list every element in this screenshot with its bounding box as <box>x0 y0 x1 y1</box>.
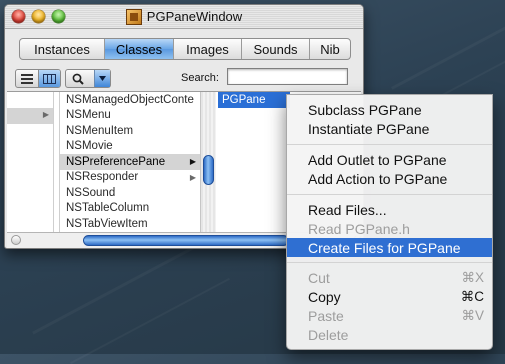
class-row-label: NSPreferencePane <box>66 155 166 168</box>
browser-row-selected-ancestor[interactable]: ▶ <box>7 108 53 124</box>
popup-arrow-icon <box>94 70 110 87</box>
menu-item-add-action[interactable]: Add Action to PGPane <box>287 169 492 188</box>
tab-classes[interactable]: Classes <box>105 39 174 59</box>
menu-item-paste: Paste ⌘V <box>287 306 492 325</box>
menu-item-create-files[interactable]: Create Files for PGPane <box>287 238 492 257</box>
menu-item-label: Instantiate PGPane <box>308 120 430 137</box>
menu-item-label: Delete <box>308 326 349 343</box>
disclosure-arrow-icon: ▶ <box>189 157 196 166</box>
class-row-label: NSTabViewItem <box>66 217 148 230</box>
class-row-label: NSTableColumn <box>66 202 150 215</box>
scroll-thumb[interactable] <box>203 155 214 185</box>
class-row[interactable]: NSTableColumn <box>60 201 200 217</box>
menu-separator <box>287 144 492 145</box>
class-row-label: NSMovie <box>66 140 113 153</box>
menu-item-add-outlet[interactable]: Add Outlet to PGPane <box>287 150 492 169</box>
list-view-icon[interactable] <box>16 70 38 87</box>
column-view-icon[interactable] <box>37 70 60 87</box>
menu-item-label: Read Files... <box>308 201 387 218</box>
search-scope-popup[interactable] <box>65 69 111 88</box>
class-row-label: NSMenu <box>66 109 111 122</box>
menu-item-label: Add Outlet to PGPane <box>308 151 447 168</box>
class-row[interactable]: NSMenuItem <box>60 123 200 139</box>
class-row[interactable]: NSMovie <box>60 139 200 155</box>
menu-shortcut: ⌘X <box>461 269 484 285</box>
menu-item-copy[interactable]: Copy ⌘C <box>287 287 492 306</box>
menu-item-read-header: Read PGPane.h <box>287 219 492 238</box>
disclosure-arrow-icon: ▶ <box>42 110 49 119</box>
menu-item-label: Create Files for PGPane <box>308 239 461 256</box>
nib-document-icon <box>125 8 142 25</box>
menu-item-label: Read PGPane.h <box>308 220 410 237</box>
menu-item-label: Add Action to PGPane <box>308 170 448 187</box>
browser-column-1: ▶ <box>7 92 54 232</box>
class-row-label: NSSound <box>66 186 116 199</box>
tab-images[interactable]: Images <box>174 39 242 59</box>
menu-item-label: Cut <box>308 269 330 286</box>
column-2-scrollbar[interactable] <box>200 92 216 232</box>
menu-item-read-files[interactable]: Read Files... <box>287 200 492 219</box>
browser-column-2: NSManagedObjectConte NSMenu NSMenuItem N… <box>59 92 201 232</box>
class-row-label: NSMenuItem <box>66 124 134 137</box>
menu-item-delete: Delete <box>287 325 492 344</box>
class-row-label: NSManagedObjectConte <box>66 93 194 106</box>
menu-item-subclass[interactable]: Subclass PGPane <box>287 100 492 119</box>
class-row-selected[interactable]: NSPreferencePane ▶ <box>60 154 200 170</box>
window-title: PGPaneWindow <box>146 9 243 24</box>
menu-separator <box>287 262 492 263</box>
menu-item-label: Paste <box>308 307 344 324</box>
scroll-left-arrow-icon[interactable] <box>11 235 21 245</box>
menu-item-instantiate[interactable]: Instantiate PGPane <box>287 119 492 138</box>
class-row[interactable]: NSMenu <box>60 108 200 124</box>
class-row[interactable]: NSManagedObjectConte <box>60 92 200 108</box>
class-row-selected[interactable]: PGPane <box>218 92 290 108</box>
menu-shortcut: ⌘C <box>460 288 484 304</box>
tab-instances[interactable]: Instances <box>20 39 105 59</box>
class-context-menu: Subclass PGPane Instantiate PGPane Add O… <box>286 94 493 350</box>
view-mode-control <box>15 69 61 88</box>
menu-item-label: Subclass PGPane <box>308 101 422 118</box>
menu-item-label: Copy <box>308 288 341 305</box>
search-input[interactable] <box>227 68 348 85</box>
magnifier-icon <box>72 73 84 85</box>
tab-sounds[interactable]: Sounds <box>242 39 310 59</box>
menu-separator <box>287 194 492 195</box>
search-label: Search: <box>181 72 219 84</box>
class-row[interactable]: NSSound <box>60 185 200 201</box>
title-bar[interactable]: PGPaneWindow <box>5 5 363 29</box>
class-row[interactable]: NSTabViewItem <box>60 216 200 232</box>
menu-shortcut: ⌘V <box>461 307 484 323</box>
class-row[interactable]: NSResponder ▶ <box>60 170 200 186</box>
scroll-thumb[interactable] <box>83 235 289 246</box>
nib-tab-bar: Instances Classes Images Sounds Nib <box>19 38 351 60</box>
menu-item-cut: Cut ⌘X <box>287 268 492 287</box>
disclosure-arrow-icon: ▶ <box>189 172 196 182</box>
tab-nib[interactable]: Nib <box>310 39 350 59</box>
class-row-label: NSResponder <box>66 171 139 184</box>
